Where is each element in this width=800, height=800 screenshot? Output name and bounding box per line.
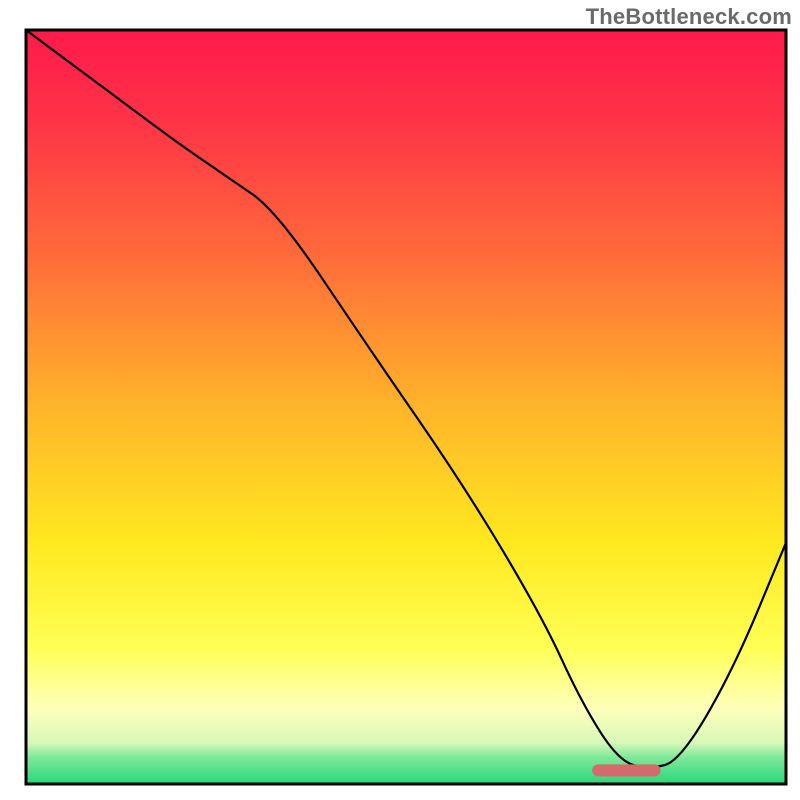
optimal-range-marker xyxy=(592,764,660,776)
gradient-background xyxy=(26,30,786,784)
chart-container: TheBottleneck.com xyxy=(0,0,800,800)
attribution-label: TheBottleneck.com xyxy=(586,4,792,30)
bottleneck-chart xyxy=(0,0,800,800)
